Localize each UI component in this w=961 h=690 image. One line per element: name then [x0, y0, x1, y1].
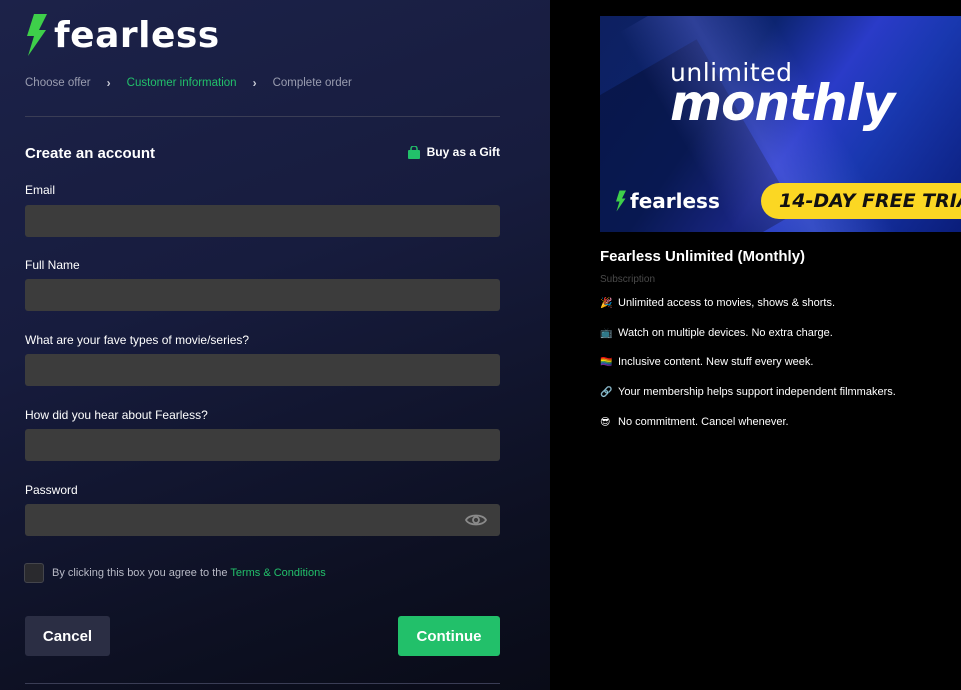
checkout-form-panel: fearless Choose offer › Customer informa… [0, 0, 550, 690]
referral-source-label: How did you hear about Fearless? [25, 408, 208, 422]
terms-checkbox[interactable] [24, 563, 44, 583]
lightning-bolt-icon [27, 14, 47, 56]
feature-text: Watch on multiple devices. No extra char… [618, 327, 833, 339]
brand-name: fearless [54, 14, 220, 56]
continue-button[interactable]: Continue [398, 616, 500, 656]
password-input[interactable] [25, 504, 500, 536]
feature-text: Inclusive content. New stuff every week. [618, 356, 814, 368]
feature-item: 😎 No commitment. Cancel whenever. [600, 416, 789, 428]
feature-item: 🏳️‍🌈 Inclusive content. New stuff every … [600, 356, 813, 368]
fave-types-input[interactable] [25, 354, 500, 386]
email-label: Email [25, 183, 56, 197]
feature-item: 🎉 Unlimited access to movies, shows & sh… [600, 297, 835, 309]
breadcrumb-choose-offer[interactable]: Choose offer [25, 77, 91, 89]
gift-bag-icon [407, 145, 420, 159]
feature-text: Unlimited access to movies, shows & shor… [618, 297, 836, 309]
product-banner: unlimited monthly fearless 14-DAY FREE T… [600, 16, 961, 232]
full-name-input[interactable] [25, 279, 500, 311]
television-icon: 📺 [600, 327, 613, 339]
chevron-right-icon: › [252, 76, 257, 90]
breadcrumb-complete-order[interactable]: Complete order [273, 77, 352, 89]
product-title: Fearless Unlimited (Monthly) [600, 248, 806, 265]
banner-line2: monthly [670, 74, 895, 132]
show-password-eye-icon[interactable] [465, 510, 487, 530]
sunglasses-face-icon: 😎 [600, 416, 611, 428]
terms-label: By clicking this box you agree to the [52, 567, 231, 579]
free-trial-badge: 14-DAY FREE TRIAL [761, 183, 961, 219]
brand-logo[interactable]: fearless [25, 14, 220, 56]
full-name-label: Full Name [25, 258, 80, 272]
divider [25, 683, 500, 684]
referral-source-input[interactable] [25, 429, 500, 461]
fave-types-label: What are your fave types of movie/series… [25, 333, 250, 347]
email-input[interactable] [25, 205, 500, 237]
feature-text: No commitment. Cancel whenever. [618, 416, 789, 428]
chevron-right-icon: › [106, 76, 111, 90]
rainbow-flag-icon: 🏳️‍🌈 [600, 356, 613, 368]
form-title: Create an account [25, 145, 156, 162]
order-summary-panel: unlimited monthly fearless 14-DAY FREE T… [550, 0, 961, 690]
breadcrumb: Choose offer › Customer information › Co… [25, 76, 352, 90]
banner-logo: fearless [615, 189, 720, 213]
divider [25, 116, 500, 117]
terms-text: By clicking this box you agree to the Te… [52, 567, 326, 579]
buy-as-gift-link[interactable]: Buy as a Gift [407, 145, 500, 159]
party-popper-icon: 🎉 [600, 297, 613, 309]
lightning-bolt-icon [616, 190, 626, 212]
banner-brand: fearless [630, 189, 720, 213]
feature-text: Your membership helps support independen… [618, 386, 896, 398]
feature-item: 🔗 Your membership helps support independ… [600, 386, 896, 398]
buy-as-gift-label: Buy as a Gift [426, 145, 500, 159]
terms-conditions-link[interactable]: Terms & Conditions [230, 567, 325, 579]
product-subtitle: Subscription [600, 274, 656, 285]
feature-item: 📺 Watch on multiple devices. No extra ch… [600, 327, 833, 339]
cancel-button[interactable]: Cancel [25, 616, 110, 656]
link-icon: 🔗 [600, 386, 613, 398]
password-label: Password [25, 483, 78, 497]
breadcrumb-customer-information[interactable]: Customer information [127, 77, 237, 89]
